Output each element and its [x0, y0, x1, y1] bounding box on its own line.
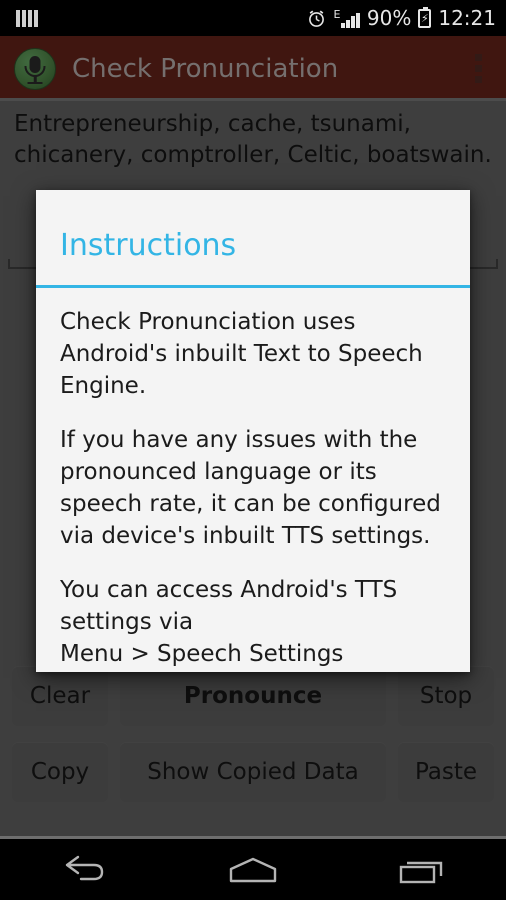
button-row-secondary: Copy Show Copied Data Paste	[0, 742, 506, 802]
status-bar-right: E 90% ⚡ 12:21	[307, 6, 496, 30]
instructions-dialog: Instructions Check Pronunciation uses An…	[36, 190, 470, 672]
clear-button[interactable]: Clear	[12, 666, 108, 726]
recents-icon[interactable]	[367, 839, 477, 900]
status-bar-left	[10, 9, 38, 27]
signal-bars-icon: E	[333, 7, 360, 28]
pronunciation-text-input[interactable]: Entrepreneurship, cache, tsunami, chican…	[14, 109, 492, 171]
battery-charging-icon: ⚡	[418, 6, 432, 28]
status-bar-clock: 12:21	[438, 6, 496, 30]
status-bar: E 90% ⚡ 12:21	[0, 0, 506, 36]
dialog-paragraph-3: You can access Android's TTS settings vi…	[60, 574, 446, 670]
dialog-paragraph-3-line-2: Menu > Speech Settings	[60, 641, 344, 667]
network-type-label: E	[333, 7, 341, 21]
button-row-primary: Clear Pronounce Stop	[0, 666, 506, 726]
equalizer-icon	[10, 9, 38, 27]
copy-button[interactable]: Copy	[12, 742, 108, 802]
stop-button[interactable]: Stop	[398, 666, 494, 726]
phone-screen: E 90% ⚡ 12:21 Check Pronunciation Entrep…	[0, 0, 506, 900]
home-icon[interactable]	[198, 839, 308, 900]
app-title: Check Pronunciation	[72, 53, 339, 84]
show-copied-data-button[interactable]: Show Copied Data	[120, 742, 386, 802]
navigation-bar	[0, 836, 506, 900]
battery-percent-label: 90%	[366, 6, 412, 30]
alarm-clock-icon	[307, 9, 326, 28]
action-bar: Check Pronunciation	[0, 36, 506, 101]
more-vertical-icon[interactable]	[465, 48, 492, 89]
back-icon[interactable]	[29, 839, 139, 900]
dialog-paragraph-2: If you have any issues with the pronounc…	[60, 427, 441, 549]
text-input-area[interactable]: Entrepreneurship, cache, tsunami, chican…	[0, 109, 506, 171]
dialog-paragraph-1: Check Pronunciation uses Android's inbui…	[60, 309, 423, 399]
signal-strength-bars	[341, 12, 360, 28]
pronounce-button[interactable]: Pronounce	[120, 666, 386, 726]
microphone-icon	[14, 47, 56, 90]
dialog-title: Instructions	[60, 228, 237, 263]
paste-button[interactable]: Paste	[398, 742, 494, 802]
dialog-paragraph-3-line-1: You can access Android's TTS settings vi…	[60, 577, 398, 635]
dialog-body: Check Pronunciation uses Android's inbui…	[36, 288, 470, 670]
